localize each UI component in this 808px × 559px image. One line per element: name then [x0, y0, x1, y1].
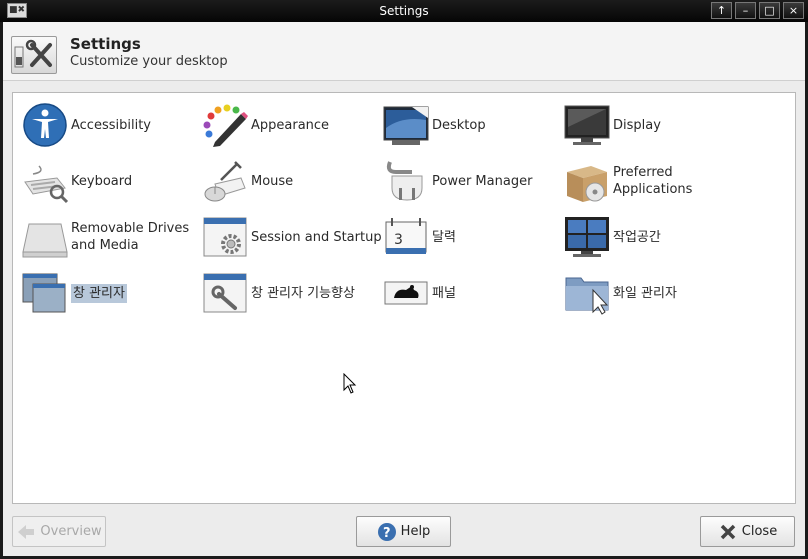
svg-text:3: 3	[394, 232, 403, 248]
item-mouse[interactable]: Mouse	[201, 158, 293, 204]
close-label: Close	[741, 524, 778, 539]
item-label: Preferred Applications	[613, 165, 693, 197]
item-label: 화일 관리자	[613, 285, 677, 301]
item-label: 달력	[432, 229, 456, 245]
item-workspaces[interactable]: 작업공간	[563, 214, 661, 260]
help-icon: ?	[377, 522, 396, 541]
settings-items-panel: Accessibility Appearance Desktop Display…	[12, 92, 796, 504]
item-label: 작업공간	[613, 229, 661, 245]
item-display[interactable]: Display	[563, 102, 661, 148]
item-file-manager[interactable]: 화일 관리자	[563, 270, 677, 316]
display-monitor-icon	[563, 102, 611, 148]
svg-text:?: ?	[383, 526, 391, 541]
mouse-cursor-icon	[343, 373, 357, 394]
item-removable-drives[interactable]: Removable Drives and Media	[21, 214, 189, 260]
item-accessibility[interactable]: Accessibility	[21, 102, 151, 148]
item-label: Accessibility	[71, 117, 151, 133]
workspaces-icon	[563, 214, 611, 260]
shade-button[interactable]: ↑	[711, 2, 732, 19]
file-manager-icon	[563, 270, 611, 316]
window-manager-tweaks-icon	[201, 270, 249, 316]
item-appearance[interactable]: Appearance	[201, 102, 329, 148]
item-window-manager[interactable]: 창 관리자	[21, 270, 127, 316]
help-label: Help	[400, 524, 431, 539]
item-power-manager[interactable]: Power Manager	[382, 158, 532, 204]
item-label: Desktop	[432, 117, 486, 133]
panel-icon	[382, 270, 430, 316]
keyboard-icon	[21, 158, 69, 204]
close-window-button[interactable]: ×	[783, 2, 804, 19]
header: Settings Customize your desktop	[3, 22, 805, 81]
item-preferred-applications[interactable]: Preferred Applications	[563, 158, 692, 204]
window-title: Settings	[379, 4, 429, 18]
close-button[interactable]: Close	[700, 516, 795, 547]
help-button[interactable]: ? Help	[356, 516, 451, 547]
item-desktop[interactable]: Desktop	[382, 102, 486, 148]
page-title: Settings	[70, 35, 141, 53]
power-plug-icon	[382, 158, 430, 204]
item-session-startup[interactable]: Session and Startup	[201, 214, 382, 260]
maximize-button[interactable]: □	[759, 2, 780, 19]
settings-tools-icon	[11, 36, 57, 74]
title-bar[interactable]: ■✖ Settings ↑ – □ ×	[0, 0, 808, 22]
calendar-icon: 3	[382, 214, 430, 260]
item-window-manager-tweaks[interactable]: 창 관리자 기능향상	[201, 270, 355, 316]
settings-window: ■✖ Settings ↑ – □ × Settings Customize y…	[0, 0, 808, 559]
client-area: Settings Customize your desktop Accessib…	[3, 22, 805, 556]
item-label: 창 관리자	[71, 283, 127, 303]
item-label: Power Manager	[432, 173, 533, 189]
item-keyboard[interactable]: Keyboard	[21, 158, 132, 204]
close-x-icon	[720, 524, 736, 539]
accessibility-icon	[21, 102, 69, 148]
preferred-applications-icon	[563, 158, 611, 204]
page-subtitle: Customize your desktop	[70, 54, 228, 69]
desktop-icon	[382, 102, 430, 148]
item-label: Keyboard	[71, 173, 133, 189]
window-manager-icon	[21, 270, 69, 316]
item-label: 창 관리자 기능향상	[251, 285, 355, 301]
mouse-icon	[201, 158, 249, 204]
item-label: Mouse	[251, 173, 294, 189]
item-label: Session and Startup	[251, 229, 382, 245]
removable-drive-icon	[21, 214, 69, 260]
minimize-button[interactable]: –	[735, 2, 756, 19]
overview-label: Overview	[40, 524, 102, 539]
item-label: Display	[613, 117, 661, 133]
item-label: Removable Drives and Media	[71, 221, 190, 253]
session-gear-icon	[201, 214, 249, 260]
item-calendar[interactable]: 3 달력	[382, 214, 456, 260]
overview-button[interactable]: Overview	[12, 516, 106, 547]
arrow-left-icon	[18, 524, 35, 539]
appearance-palette-icon	[201, 102, 249, 148]
item-panel[interactable]: 패널	[382, 270, 456, 316]
item-label: 패널	[432, 285, 456, 301]
item-label: Appearance	[251, 117, 330, 133]
